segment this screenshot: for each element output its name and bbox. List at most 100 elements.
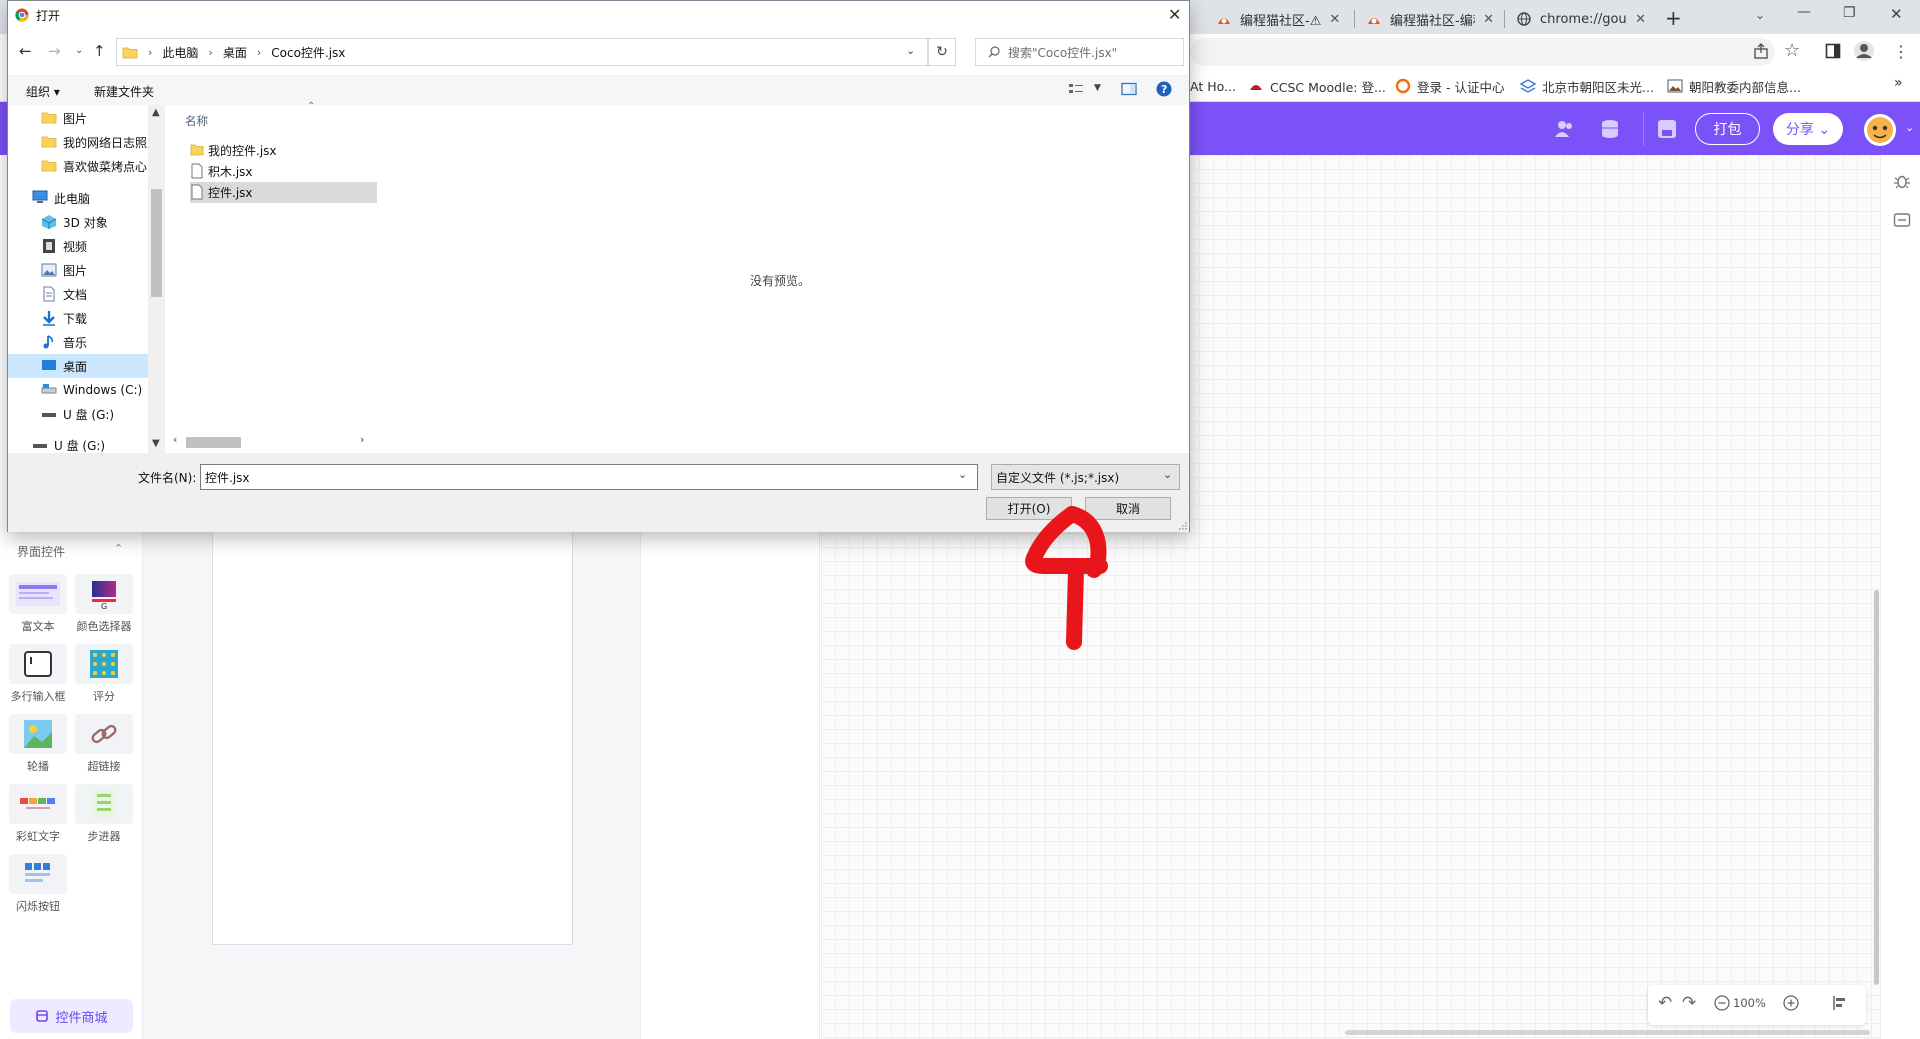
collaborators-icon[interactable] bbox=[1554, 119, 1576, 139]
tree-item[interactable]: 音乐 bbox=[8, 330, 148, 354]
browser-tab[interactable]: 编程猫社区-编程 ✕ bbox=[1356, 4, 1504, 34]
scroll-right-icon[interactable]: › bbox=[360, 433, 364, 446]
resize-grip-icon[interactable] bbox=[1178, 521, 1187, 530]
pack-button[interactable]: 打包 bbox=[1695, 113, 1760, 145]
bookmark-item[interactable]: 登录 - 认证中心 bbox=[1395, 77, 1504, 95]
user-avatar[interactable] bbox=[1863, 113, 1897, 147]
file-type-select[interactable]: 自定义文件 (*.js;*.jsx) bbox=[991, 464, 1180, 490]
widget-carousel[interactable]: 轮播 bbox=[9, 714, 67, 774]
close-tab-icon[interactable]: ✕ bbox=[1635, 12, 1646, 27]
back-arrow-icon[interactable]: ← bbox=[19, 42, 32, 60]
file-list-scroll-thumb[interactable] bbox=[186, 437, 241, 448]
tree-item[interactable]: 下载 bbox=[8, 306, 148, 330]
filename-input[interactable]: 控件.jsx bbox=[200, 464, 978, 490]
tree-item[interactable]: 喜欢做菜烤点心 bbox=[8, 154, 148, 178]
breadcrumb-item[interactable]: 桌面 bbox=[223, 44, 247, 61]
search-box[interactable]: 搜索"Coco控件.jsx" bbox=[975, 38, 1184, 66]
bookmarks-overflow-icon[interactable]: » bbox=[1894, 75, 1903, 91]
file-type-chevron-icon[interactable]: ⌄ bbox=[1163, 468, 1172, 481]
zoom-in-icon[interactable] bbox=[1783, 995, 1799, 1011]
save-icon[interactable] bbox=[1657, 119, 1677, 139]
scroll-down-icon[interactable]: ▼ bbox=[152, 438, 160, 449]
help-icon[interactable]: ? bbox=[1156, 81, 1172, 97]
tree-vertical-scrollbar[interactable]: ▲ ▼ bbox=[148, 105, 165, 453]
browser-tab[interactable]: chrome://gou/ ✕ bbox=[1506, 4, 1656, 34]
view-options-chevron-icon[interactable]: ▼ bbox=[1094, 83, 1101, 93]
tree-item[interactable]: 文档 bbox=[8, 282, 148, 306]
file-item[interactable]: 我的控件.jsx bbox=[190, 140, 277, 160]
bookmark-item[interactable]: CCSC Moodle: 登... bbox=[1248, 77, 1386, 95]
avatar-menu-chevron-icon[interactable]: ⌄ bbox=[1905, 121, 1914, 134]
widget-flash-button[interactable]: 闪烁按钮 bbox=[9, 854, 67, 914]
refresh-icon[interactable]: ↻ bbox=[928, 38, 956, 66]
canvas-horizontal-scrollbar[interactable] bbox=[1345, 1030, 1870, 1035]
preview-pane-icon[interactable] bbox=[1121, 82, 1137, 96]
redo-icon[interactable]: ↷ bbox=[1682, 993, 1696, 1013]
tree-item[interactable]: 3D 对象 bbox=[8, 210, 148, 234]
widget-rainbow-text[interactable]: 彩虹文字 bbox=[9, 784, 67, 844]
widget-stepper[interactable]: 步进器 bbox=[75, 784, 133, 844]
widget-color-picker[interactable]: G 颜色选择器 bbox=[75, 574, 133, 634]
tab-search-icon[interactable]: ⌄ bbox=[1755, 8, 1765, 22]
widget-rich-text[interactable]: 富文本 bbox=[9, 574, 67, 634]
breadcrumb-item[interactable]: Coco控件.jsx bbox=[271, 44, 345, 61]
recent-locations-chevron-icon[interactable]: ⌄ bbox=[75, 45, 83, 56]
tree-item[interactable]: 我的网络日志照片 bbox=[8, 130, 159, 154]
file-item-selected[interactable]: 控件.jsx bbox=[190, 182, 253, 202]
database-icon[interactable] bbox=[1600, 119, 1622, 139]
browser-tab[interactable]: 编程猫社区-⚠ ✕ bbox=[1206, 4, 1354, 34]
up-arrow-icon[interactable]: ↑ bbox=[93, 42, 106, 60]
scroll-up-icon[interactable]: ▲ bbox=[152, 107, 160, 118]
restore-icon[interactable]: ❐ bbox=[1843, 5, 1856, 21]
dialog-close-icon[interactable]: ✕ bbox=[1168, 5, 1181, 24]
widget-multiline-input[interactable]: 多行输入框 bbox=[9, 644, 67, 704]
view-options-icon[interactable] bbox=[1068, 82, 1084, 96]
collapse-section-icon[interactable]: ⌃ bbox=[114, 542, 123, 555]
side-panel-icon[interactable] bbox=[1825, 43, 1841, 59]
browser-menu-icon[interactable]: ⋮ bbox=[1893, 42, 1909, 61]
tree-scroll-thumb[interactable] bbox=[151, 189, 162, 297]
bookmark-star-icon[interactable]: ☆ bbox=[1784, 40, 1800, 61]
file-item[interactable]: 积木.jsx bbox=[190, 161, 253, 181]
share-page-icon[interactable] bbox=[1752, 42, 1770, 60]
name-column-header[interactable]: 名称 bbox=[185, 113, 208, 129]
align-blocks-icon[interactable] bbox=[1832, 995, 1848, 1011]
close-tab-icon[interactable]: ✕ bbox=[1483, 12, 1494, 27]
widget-label: 评分 bbox=[93, 690, 115, 703]
tree-item[interactable]: Windows (C:) bbox=[8, 378, 148, 402]
widget-hyperlink[interactable]: 超链接 bbox=[75, 714, 133, 774]
tree-item-selected[interactable]: 桌面 bbox=[8, 354, 148, 378]
share-button[interactable]: 分享 ⌄ bbox=[1773, 113, 1843, 145]
new-folder-button[interactable]: 新建文件夹 bbox=[94, 83, 154, 100]
scroll-left-icon[interactable]: ‹ bbox=[173, 433, 177, 446]
archive-box-icon[interactable] bbox=[1893, 212, 1911, 228]
close-window-icon[interactable]: ✕ bbox=[1890, 5, 1903, 23]
tree-item[interactable]: U 盘 (G:) bbox=[8, 402, 148, 426]
bookmark-item[interactable]: At Ho... bbox=[1190, 77, 1236, 95]
bookmark-item[interactable]: 北京市朝阳区未光... bbox=[1520, 77, 1654, 95]
widget-store-button[interactable]: 控件商城 bbox=[10, 999, 133, 1033]
minimize-icon[interactable]: — bbox=[1797, 4, 1811, 20]
canvas-vertical-scrollbar[interactable] bbox=[1874, 590, 1879, 985]
forward-arrow-icon[interactable]: → bbox=[48, 42, 61, 60]
profile-avatar[interactable] bbox=[1853, 40, 1875, 62]
close-tab-icon[interactable]: ✕ bbox=[1329, 12, 1340, 27]
address-dropdown-chevron-icon[interactable]: ⌄ bbox=[906, 44, 915, 57]
bookmark-item[interactable]: 朝阳教委内部信息... bbox=[1667, 77, 1801, 95]
screen-preview[interactable] bbox=[212, 500, 573, 945]
zoom-out-icon[interactable] bbox=[1714, 995, 1730, 1011]
breadcrumb[interactable]: › 此电脑 › 桌面 › Coco控件.jsx bbox=[116, 38, 928, 66]
debug-bug-icon[interactable] bbox=[1893, 172, 1911, 190]
tree-item[interactable]: 视频 bbox=[8, 234, 148, 258]
tree-item[interactable]: 图片 bbox=[8, 258, 148, 282]
tree-item[interactable]: 图片 bbox=[8, 106, 148, 130]
organize-menu-button[interactable]: 组织 ▾ bbox=[26, 83, 60, 100]
widget-rating[interactable]: 评分 bbox=[75, 644, 133, 704]
address-bar[interactable] bbox=[1190, 38, 1775, 66]
new-tab-button[interactable]: + bbox=[1665, 6, 1682, 30]
breadcrumb-item[interactable]: 此电脑 bbox=[162, 44, 198, 61]
undo-icon[interactable]: ↶ bbox=[1658, 993, 1672, 1013]
filename-dropdown-chevron-icon[interactable]: ⌄ bbox=[958, 468, 967, 481]
dialog-title: 打开 bbox=[36, 9, 61, 23]
tree-item[interactable]: 此电脑 bbox=[8, 186, 148, 210]
